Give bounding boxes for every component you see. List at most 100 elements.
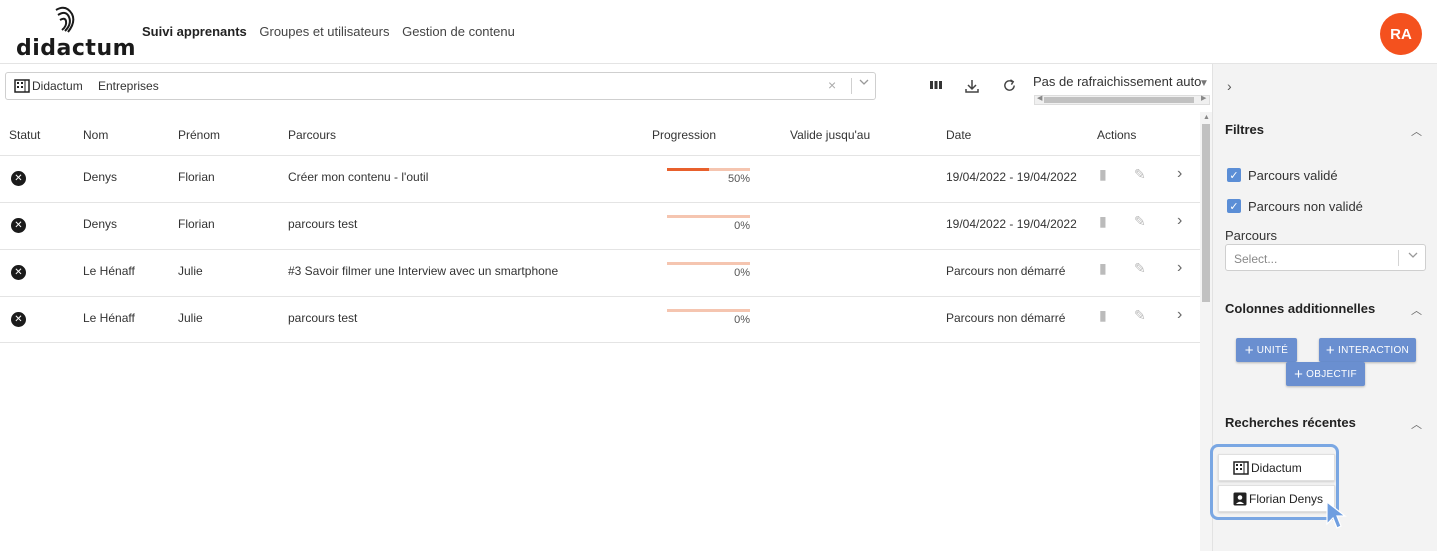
top-bar: didactum Suivi apprenants Groupes et uti…: [0, 0, 1437, 64]
status-failed-icon: ✕: [11, 171, 26, 186]
cell-parcours: #3 Savoir filmer une Interview avec un s…: [288, 264, 559, 278]
cell-nom: Denys: [83, 170, 118, 184]
col-nom[interactable]: Nom: [83, 128, 108, 142]
search-filter-input[interactable]: Didactum Entreprises ×: [5, 72, 876, 100]
logo-fingerprint-icon: [55, 6, 75, 33]
refresh-icon[interactable]: [1002, 78, 1017, 93]
scroll-left-icon[interactable]: ◀: [1037, 94, 1042, 102]
progress-bar: [667, 309, 750, 312]
chevron-right-icon[interactable]: ›: [1177, 259, 1182, 277]
button-label: INTERACTION: [1337, 344, 1410, 356]
chevron-up-icon[interactable]: ︿: [1411, 416, 1422, 432]
download-icon[interactable]: [964, 78, 980, 94]
chip-label: Didactum: [32, 79, 83, 93]
progress-label: 50%: [727, 173, 750, 185]
book-icon[interactable]: ▮: [1099, 307, 1107, 324]
col-progression[interactable]: Progression: [652, 128, 716, 142]
select-placeholder: Select...: [1234, 252, 1278, 266]
chip-didactum[interactable]: Didactum: [14, 79, 83, 93]
person-card-icon: [1233, 492, 1247, 505]
caret-down-icon[interactable]: ▼: [1199, 78, 1209, 89]
col-date[interactable]: Date: [946, 128, 971, 142]
scroll-right-icon[interactable]: ▶: [1201, 94, 1206, 102]
cell-date: Parcours non démarré: [946, 264, 1066, 278]
chevron-right-icon[interactable]: ›: [1227, 78, 1232, 94]
checkbox-label[interactable]: Parcours non validé: [1248, 199, 1363, 214]
recent-searches-highlight: Didactum Florian Denys: [1210, 444, 1339, 520]
parcours-select[interactable]: Select...: [1225, 244, 1426, 271]
didactum-logo[interactable]: didactum: [16, 6, 136, 61]
checkbox-label[interactable]: Parcours validé: [1248, 168, 1338, 183]
book-icon[interactable]: ▮: [1099, 213, 1107, 230]
add-interaction-button[interactable]: + INTERACTION: [1319, 338, 1416, 362]
chip-entreprises[interactable]: Entreprises: [98, 79, 159, 93]
add-objectif-button[interactable]: + OBJECTIF: [1286, 362, 1365, 386]
status-failed-icon: ✕: [11, 265, 26, 280]
recent-title: Recherches récentes: [1225, 415, 1356, 430]
nav-suivi-apprenants[interactable]: Suivi apprenants: [142, 24, 247, 39]
table-row[interactable]: ✕ Le Hénaff Julie parcours test 0% Parco…: [0, 296, 1200, 343]
chevron-right-icon[interactable]: ›: [1177, 165, 1182, 183]
col-prenom[interactable]: Prénom: [178, 128, 220, 142]
col-valide[interactable]: Valide jusqu'au: [790, 128, 870, 142]
chevron-right-icon[interactable]: ›: [1177, 212, 1182, 230]
logo-text: didactum: [16, 36, 137, 61]
recent-item-label: Florian Denys: [1249, 491, 1324, 506]
nav-groupes-utilisateurs[interactable]: Groupes et utilisateurs: [259, 24, 389, 39]
chip-label: Entreprises: [98, 79, 159, 93]
filters-title: Filtres: [1225, 122, 1265, 137]
building-icon: [1233, 460, 1249, 475]
cell-parcours: parcours test: [288, 311, 358, 325]
cell-nom: Le Hénaff: [83, 264, 135, 278]
scroll-thumb[interactable]: [1044, 97, 1194, 103]
book-icon[interactable]: ▮: [1099, 166, 1107, 183]
nav-gestion-contenu[interactable]: Gestion de contenu: [402, 24, 515, 39]
book-icon[interactable]: ▮: [1099, 260, 1107, 277]
progress-bar: [667, 215, 750, 218]
status-failed-icon: ✕: [11, 218, 26, 233]
refresh-select[interactable]: Pas de rafraichissement auto: [1033, 74, 1201, 89]
chevron-up-icon[interactable]: ︿: [1411, 302, 1422, 318]
add-unite-button[interactable]: + UNITÉ: [1236, 338, 1297, 362]
chevron-up-icon[interactable]: ︿: [1411, 123, 1422, 139]
pencil-icon[interactable]: ✎: [1134, 213, 1146, 230]
chevron-down-icon[interactable]: [1407, 249, 1419, 264]
cell-nom: Le Hénaff: [83, 311, 135, 325]
progress-bar: [667, 262, 750, 265]
col-statut[interactable]: Statut: [9, 128, 40, 142]
progress-label: 0%: [734, 220, 750, 232]
divider: [851, 78, 852, 94]
scroll-up-icon[interactable]: ▲: [1203, 114, 1210, 121]
pencil-icon[interactable]: ✎: [1134, 307, 1146, 324]
button-label: OBJECTIF: [1306, 368, 1357, 380]
recent-item-florian-denys[interactable]: Florian Denys: [1218, 485, 1335, 512]
chevron-down-icon[interactable]: [858, 76, 870, 91]
pencil-icon[interactable]: ✎: [1134, 260, 1146, 277]
recent-item-didactum[interactable]: Didactum: [1218, 454, 1335, 481]
divider: [1398, 250, 1399, 266]
horizontal-scrollbar[interactable]: ◀ ▶: [1034, 95, 1210, 105]
cell-parcours: Créer mon contenu - l'outil: [288, 170, 429, 184]
table-row[interactable]: ✕ Le Hénaff Julie #3 Savoir filmer une I…: [0, 249, 1200, 296]
checkbox-parcours-non-valide[interactable]: ✓: [1227, 199, 1241, 213]
progress-label: 0%: [734, 314, 750, 326]
plus-icon: +: [1244, 341, 1254, 359]
cell-date: Parcours non démarré: [946, 311, 1066, 325]
progress-bar: [667, 168, 750, 171]
columns-icon[interactable]: [929, 78, 943, 92]
recent-item-label: Didactum: [1251, 460, 1302, 475]
building-icon: [14, 79, 30, 93]
clear-icon[interactable]: ×: [828, 77, 836, 93]
scroll-thumb[interactable]: [1202, 124, 1210, 302]
table-row[interactable]: ✕ Denys Florian Créer mon contenu - l'ou…: [0, 155, 1200, 202]
plus-icon: +: [1294, 365, 1304, 383]
col-parcours[interactable]: Parcours: [288, 128, 336, 142]
user-avatar[interactable]: RA: [1380, 13, 1422, 55]
chevron-right-icon[interactable]: ›: [1177, 306, 1182, 324]
table-row[interactable]: ✕ Denys Florian parcours test 0% 19/04/2…: [0, 202, 1200, 249]
pencil-icon[interactable]: ✎: [1134, 166, 1146, 183]
checkbox-parcours-valide[interactable]: ✓: [1227, 168, 1241, 182]
col-actions: Actions: [1097, 128, 1137, 142]
button-label: UNITÉ: [1256, 344, 1289, 356]
cell-prenom: Florian: [178, 217, 215, 231]
